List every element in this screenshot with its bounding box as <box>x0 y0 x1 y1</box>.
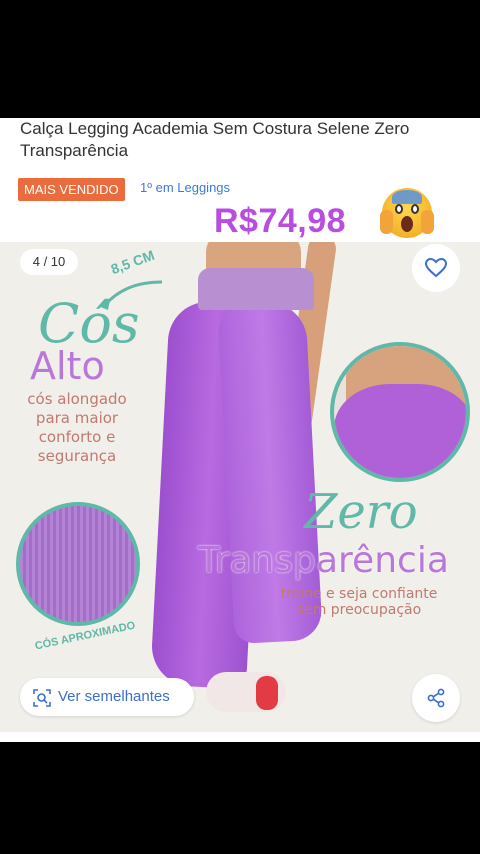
model-shoe-accent <box>256 676 278 710</box>
see-similar-label: Ver semelhantes <box>58 688 170 705</box>
favorite-button[interactable] <box>412 244 460 292</box>
product-title: Calça Legging Academia Sem Costura Selen… <box>20 119 410 160</box>
image-counter: 4 / 10 <box>20 249 78 275</box>
emoji-hand-left <box>380 210 393 234</box>
emoji-mouth <box>401 216 413 232</box>
price-overlay: R$74,98 <box>214 202 347 240</box>
product-screen: Calça Legging Academia Sem Costura Selen… <box>0 118 480 742</box>
model-waistband <box>198 268 314 310</box>
emoji-hand-right <box>421 210 434 234</box>
transparencia-description: treine e seja confiante sem preocupação <box>280 586 438 618</box>
model-legging-photo <box>146 242 346 712</box>
product-image-gallery[interactable]: 4 / 10 8,5 CM Cós Alto cós alongado para… <box>0 242 480 732</box>
share-icon <box>427 688 445 708</box>
fabric-closeup-circle <box>16 502 140 626</box>
transparencia-heading: Transparência <box>198 540 449 581</box>
emoji-forehead <box>392 190 422 204</box>
see-similar-button[interactable]: Ver semelhantes <box>20 678 194 716</box>
share-button[interactable] <box>412 674 460 722</box>
zero-script-heading: Zero <box>304 484 418 540</box>
emoji-eye-left <box>395 204 403 214</box>
heart-icon <box>424 257 448 278</box>
screaming-face-emoji <box>380 188 434 238</box>
back-view-circle <box>330 342 470 482</box>
back-view-fabric <box>334 384 466 478</box>
category-rank-link[interactable]: 1º em Leggings <box>140 180 230 195</box>
alto-heading: Alto <box>30 344 105 388</box>
cos-description: cós alongado para maior conforto e segur… <box>27 390 127 465</box>
visual-search-icon <box>33 689 51 707</box>
emoji-eye-right <box>411 204 419 214</box>
best-seller-badge: MAIS VENDIDO <box>18 178 125 201</box>
